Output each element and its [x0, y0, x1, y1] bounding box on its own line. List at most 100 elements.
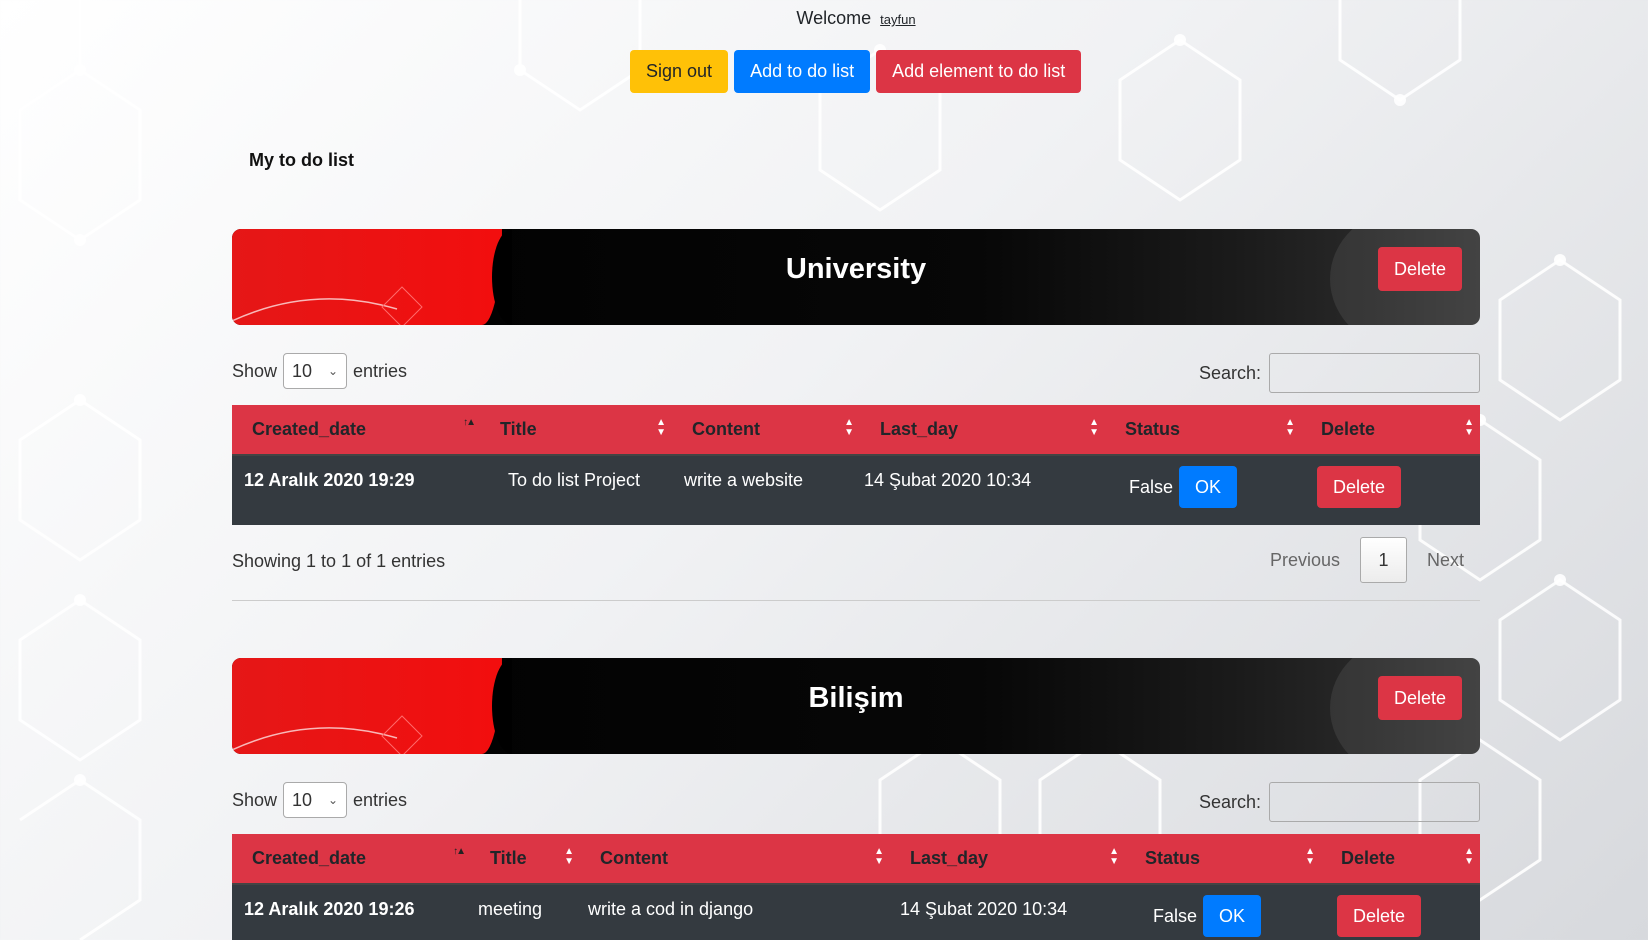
cell-status: False OK — [1125, 884, 1321, 940]
cell-content: write a cod in django — [588, 899, 754, 919]
sort-icon: ▲ ▼ — [1109, 846, 1119, 867]
status-value: False — [1153, 905, 1198, 926]
sign-out-button[interactable]: Sign out — [630, 50, 729, 93]
sort-asc-icon — [463, 418, 474, 428]
add-element-button[interactable]: Add element to do list — [876, 50, 1082, 93]
welcome-text: Welcome — [796, 8, 872, 28]
search-input[interactable] — [1269, 782, 1480, 822]
add-todo-list-button[interactable]: Add to do list — [734, 50, 871, 93]
cell-created-date: 12 Aralık 2020 19:29 — [244, 470, 415, 490]
show-label: Show — [232, 789, 278, 810]
column-header-content[interactable]: Content ▲ ▼ — [580, 834, 890, 885]
cell-title: meeting — [478, 899, 543, 919]
table-row: 12 Aralık 2020 19:29 To do list Project … — [232, 455, 1480, 525]
search-input[interactable] — [1269, 353, 1480, 393]
show-label: Show — [232, 360, 278, 381]
column-label: Content — [600, 848, 668, 868]
chevron-down-icon: ⌄ — [327, 364, 339, 378]
sort-icon: ▲ ▼ — [1089, 417, 1099, 438]
page-length-select[interactable]: 10 ⌄ — [283, 782, 348, 818]
column-header-delete[interactable]: Delete ▲ ▼ — [1321, 834, 1480, 885]
column-header-last-day[interactable]: Last_day ▲ ▼ — [890, 834, 1125, 885]
ok-button[interactable]: OK — [1179, 466, 1238, 508]
todo-list-section: University Delete Show 10 ⌄ entries Sear… — [232, 229, 1480, 601]
page-title: My to do list — [249, 150, 354, 170]
next-page-button[interactable]: Next — [1427, 550, 1464, 571]
search-label: Search: — [1198, 362, 1261, 383]
sort-icon: ▲ ▼ — [844, 417, 854, 438]
sort-asc-icon — [453, 847, 464, 857]
sort-icon: ▲ ▼ — [1464, 846, 1474, 867]
column-label: Created_date — [252, 848, 367, 868]
username-link[interactable]: tayfun — [880, 12, 915, 27]
sort-icon: ▲ ▼ — [656, 417, 666, 438]
column-header-title[interactable]: Title ▲ ▼ — [470, 834, 580, 885]
column-header-delete[interactable]: Delete ▲ ▼ — [1301, 405, 1480, 456]
delete-row-button[interactable]: Delete — [1317, 466, 1402, 508]
list-banner: University Delete — [232, 229, 1480, 325]
table-controls: Show 10 ⌄ entries Search: — [232, 325, 1480, 405]
delete-list-button[interactable]: Delete — [1377, 676, 1462, 720]
column-label: Last_day — [880, 419, 959, 439]
delete-row-button[interactable]: Delete — [1337, 895, 1422, 937]
column-header-last-day[interactable]: Last_day ▲ ▼ — [860, 405, 1105, 456]
column-header-created-date[interactable]: Created_date — [232, 834, 470, 885]
page-length-value: 10 — [292, 360, 313, 381]
column-header-status[interactable]: Status ▲ ▼ — [1105, 405, 1301, 456]
sort-icon: ▲ ▼ — [1285, 417, 1295, 438]
sort-icon: ▲ ▼ — [564, 846, 574, 867]
entries-label: entries — [353, 789, 408, 810]
table-search: Search: — [1199, 353, 1480, 393]
sort-icon: ▲ ▼ — [1464, 417, 1474, 438]
previous-page-button[interactable]: Previous — [1270, 550, 1340, 571]
table-controls: Show 10 ⌄ entries Search: — [232, 754, 1480, 834]
page-length-control: Show 10 ⌄ entries — [232, 782, 407, 818]
cell-delete: Delete — [1321, 884, 1480, 940]
top-action-bar: Sign out Add to do list Add element to d… — [630, 50, 1082, 93]
column-header-status[interactable]: Status ▲ ▼ — [1125, 834, 1321, 885]
list-title: University — [785, 253, 927, 285]
table-footer: Showing 1 to 1 of 1 entries Previous 1 N… — [232, 525, 1480, 601]
cell-last-day: 14 Şubat 2020 10:34 — [900, 899, 1068, 919]
page-length-control: Show 10 ⌄ entries — [232, 353, 407, 389]
cell-title: To do list Project — [508, 470, 641, 490]
cell-delete: Delete — [1301, 455, 1480, 525]
column-header-content[interactable]: Content ▲ ▼ — [672, 405, 860, 456]
column-label: Created_date — [252, 419, 367, 439]
sort-icon: ▲ ▼ — [874, 846, 884, 867]
todo-table: Created_date Title ▲▼ Content ▲▼ Last_day ▲… — [232, 405, 1480, 525]
column-header-title[interactable]: Title ▲ ▼ — [480, 405, 672, 456]
column-label: Last_day — [910, 848, 989, 868]
column-label: Title — [500, 419, 537, 439]
cell-content: write a website — [684, 470, 804, 490]
table-header-row: Created_date Title ▲▼ Content ▲▼ Last_day ▲… — [232, 834, 1480, 885]
delete-list-button[interactable]: Delete — [1377, 247, 1462, 291]
page-number-button[interactable]: 1 — [1359, 537, 1407, 583]
cell-status: False OK — [1105, 455, 1301, 525]
page-length-select[interactable]: 10 ⌄ — [283, 353, 348, 389]
welcome-message: Welcome tayfun — [0, 8, 1648, 29]
pagination: Previous 1 Next — [1270, 537, 1464, 583]
search-label: Search: — [1198, 791, 1261, 812]
todo-table: Created_date Title ▲▼ Content ▲▼ Last_day ▲… — [232, 834, 1480, 940]
column-label: Status — [1125, 419, 1181, 439]
column-header-created-date[interactable]: Created_date — [232, 405, 480, 456]
column-label: Delete — [1341, 848, 1396, 868]
column-label: Delete — [1321, 419, 1376, 439]
column-label: Status — [1145, 848, 1201, 868]
list-title: Bilişim — [808, 682, 904, 714]
entries-label: entries — [353, 360, 408, 381]
ok-button[interactable]: OK — [1203, 895, 1262, 937]
column-label: Content — [692, 419, 760, 439]
todo-list-section: Bilişim Delete Show 10 ⌄ entries Search:… — [232, 658, 1480, 940]
chevron-down-icon: ⌄ — [327, 793, 339, 807]
column-label: Title — [490, 848, 527, 868]
sort-icon: ▲ ▼ — [1305, 846, 1315, 867]
list-banner: Bilişim Delete — [232, 658, 1480, 754]
entries-info: Showing 1 to 1 of 1 entries — [232, 551, 446, 571]
cell-last-day: 14 Şubat 2020 10:34 — [864, 470, 1032, 490]
status-value: False — [1129, 476, 1174, 497]
cell-created-date: 12 Aralık 2020 19:26 — [244, 899, 415, 919]
table-row: 12 Aralık 2020 19:26 meeting write a cod… — [232, 884, 1480, 940]
table-header-row: Created_date Title ▲▼ Content ▲▼ Last_day ▲… — [232, 405, 1480, 456]
